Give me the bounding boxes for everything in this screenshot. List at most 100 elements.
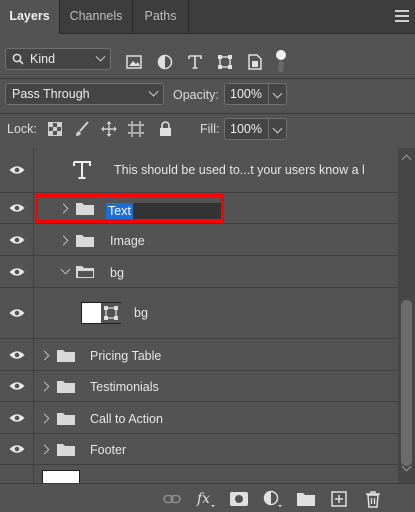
eye-icon [9,267,24,276]
fill-label: Fill: [200,122,220,136]
lock-row: Lock: Fill: 100% [0,115,415,145]
divider [0,78,415,79]
layer-row[interactable]: Footer [0,434,398,465]
new-adjustment-icon[interactable] [263,489,283,509]
fill-input[interactable]: 100% [224,118,269,140]
lock-artboard-icon[interactable] [127,120,145,138]
eye-icon [9,309,24,317]
folder-icon [76,235,94,247]
layer-list-scrollbar[interactable] [398,148,415,483]
filter-toggle-icon[interactable] [274,48,288,74]
tab-divider [188,0,189,34]
lock-all-icon[interactable] [156,120,174,138]
shape-filter-icon[interactable] [216,53,234,71]
layer-thumbnail[interactable] [42,470,80,483]
fill-slider-chevron-icon[interactable] [269,118,287,140]
add-mask-icon[interactable] [229,489,249,509]
collapse-chevron-icon[interactable] [60,264,71,275]
folder-icon [57,350,75,362]
text-layer-thumbnail-icon [73,161,91,179]
fx-icon[interactable]: fx [196,489,216,509]
panel-tab-bar: Layers Channels Paths [0,0,415,35]
layer-row[interactable] [0,465,398,483]
layer-row[interactable]: bg [0,288,398,339]
opacity-slider-chevron-icon[interactable] [269,83,287,105]
tab-channels[interactable]: Channels [60,0,132,34]
eye-icon [9,350,24,359]
visibility-toggle[interactable] [0,402,34,433]
visibility-toggle[interactable] [0,339,34,370]
layer-name: Image [110,234,145,248]
folder-open-icon [76,266,94,278]
layer-row[interactable]: bg [0,256,398,288]
chevron-down-icon [95,51,106,62]
visibility-toggle[interactable] [0,465,34,483]
smart-object-filter-icon[interactable] [246,53,264,71]
panel-menu-icon[interactable] [395,10,409,22]
blend-mode-value: Pass Through [12,87,90,101]
tab-paths[interactable]: Paths [133,0,188,34]
svg-text:fx: fx [196,491,210,507]
new-group-icon[interactable] [296,489,316,509]
filter-row: Kind [0,44,415,74]
layer-name: This should be used to...t your users kn… [114,163,365,177]
blend-row: Pass Through Opacity: 100% [0,80,415,110]
lock-transparent-pixels-icon[interactable] [46,120,64,138]
eye-icon [9,166,24,174]
lock-image-pixels-icon[interactable] [73,120,91,138]
layer-row[interactable]: This should be used to...t your users kn… [0,148,398,193]
folder-icon [57,444,75,456]
kind-filter-dropdown[interactable]: Kind [5,48,111,70]
panel-bottom-bar: fx [0,483,415,512]
expand-chevron-icon[interactable] [39,350,50,361]
opacity-input[interactable]: 100% [224,83,269,105]
new-layer-icon[interactable] [329,489,349,509]
layer-thumbnail[interactable] [81,302,121,324]
expand-chevron-icon[interactable] [39,381,50,392]
type-filter-icon[interactable] [186,53,204,71]
search-icon [12,53,24,65]
visibility-toggle[interactable] [0,256,34,287]
scrollbar-thumb[interactable] [401,300,412,466]
folder-icon [57,413,75,425]
layer-row[interactable]: Image [0,224,398,256]
layer-row[interactable]: Call to Action [0,402,398,434]
layer-name: Pricing Table [90,349,162,363]
layer-name: Footer [90,443,127,457]
layer-name: Testimonials [90,380,159,394]
delete-layer-icon[interactable] [363,489,383,509]
layer-name: bg [134,306,148,320]
shape-layer-icon [104,306,118,320]
kind-filter-label: Kind [30,52,56,66]
visibility-toggle[interactable] [0,193,34,223]
layer-name: bg [110,266,124,280]
opacity-label: Opacity: [173,88,219,102]
adjustment-filter-icon[interactable] [156,53,174,71]
expand-chevron-icon[interactable] [39,444,50,455]
layer-name: Call to Action [90,412,163,426]
eye-icon [9,235,24,244]
lock-position-icon[interactable] [100,120,118,138]
scroll-up-arrow-icon[interactable] [401,154,412,165]
visibility-toggle[interactable] [0,288,34,338]
expand-chevron-icon[interactable] [39,413,50,424]
eye-icon [9,445,24,453]
layer-row[interactable]: Testimonials [0,371,398,402]
lock-label: Lock: [7,122,37,136]
shape-badge [101,303,121,323]
expand-chevron-icon[interactable] [58,235,69,246]
layer-row[interactable]: Pricing Table [0,339,398,371]
blend-mode-dropdown[interactable]: Pass Through [5,83,164,105]
image-filter-icon[interactable] [125,53,143,71]
eye-icon [9,382,24,390]
visibility-toggle[interactable] [0,224,34,255]
chevron-down-icon [148,86,159,97]
layer-list: This should be used to...t your users kn… [0,148,398,483]
link-layers-icon[interactable] [162,489,182,509]
visibility-toggle[interactable] [0,434,34,464]
visibility-toggle[interactable] [0,371,34,401]
tab-layers[interactable]: Layers [0,0,59,35]
visibility-toggle[interactable] [0,148,34,192]
folder-icon [57,381,75,393]
highlight-box [35,194,224,223]
